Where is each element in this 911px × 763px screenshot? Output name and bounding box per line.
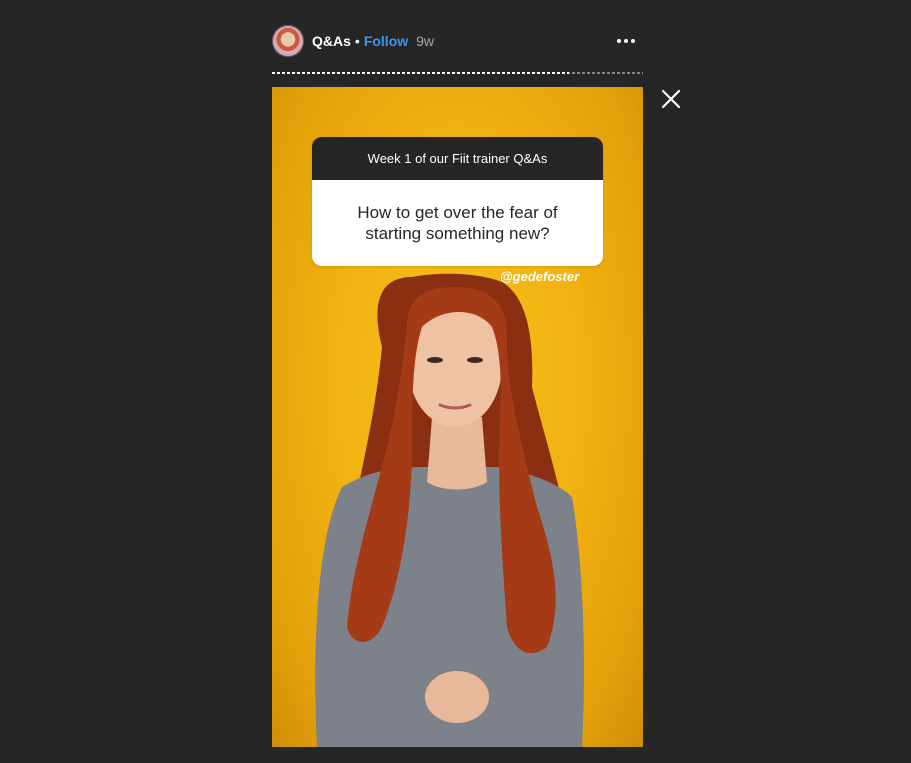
follow-button[interactable]: Follow [364, 33, 408, 49]
mention-tag[interactable]: @gedefoster [500, 269, 579, 284]
profile-avatar[interactable] [272, 25, 304, 57]
username[interactable]: Q&As [312, 33, 351, 49]
story-media[interactable]: Week 1 of our Fiit trainer Q&As How to g… [272, 87, 643, 747]
story-progress-fill [272, 72, 569, 74]
post-age: 9w [416, 33, 435, 49]
more-dot [631, 39, 635, 43]
more-options-icon[interactable] [609, 33, 643, 49]
more-dot [624, 39, 628, 43]
question-sticker-text: How to get over the fear of starting som… [312, 180, 603, 266]
more-dot [617, 39, 621, 43]
separator: • [354, 33, 360, 49]
close-icon[interactable] [660, 88, 682, 110]
question-sticker[interactable]: Week 1 of our Fiit trainer Q&As How to g… [312, 137, 603, 266]
story-header: Q&As • Follow 9w [272, 24, 643, 58]
story-progress-bar [272, 72, 643, 74]
question-sticker-title: Week 1 of our Fiit trainer Q&As [312, 137, 603, 180]
